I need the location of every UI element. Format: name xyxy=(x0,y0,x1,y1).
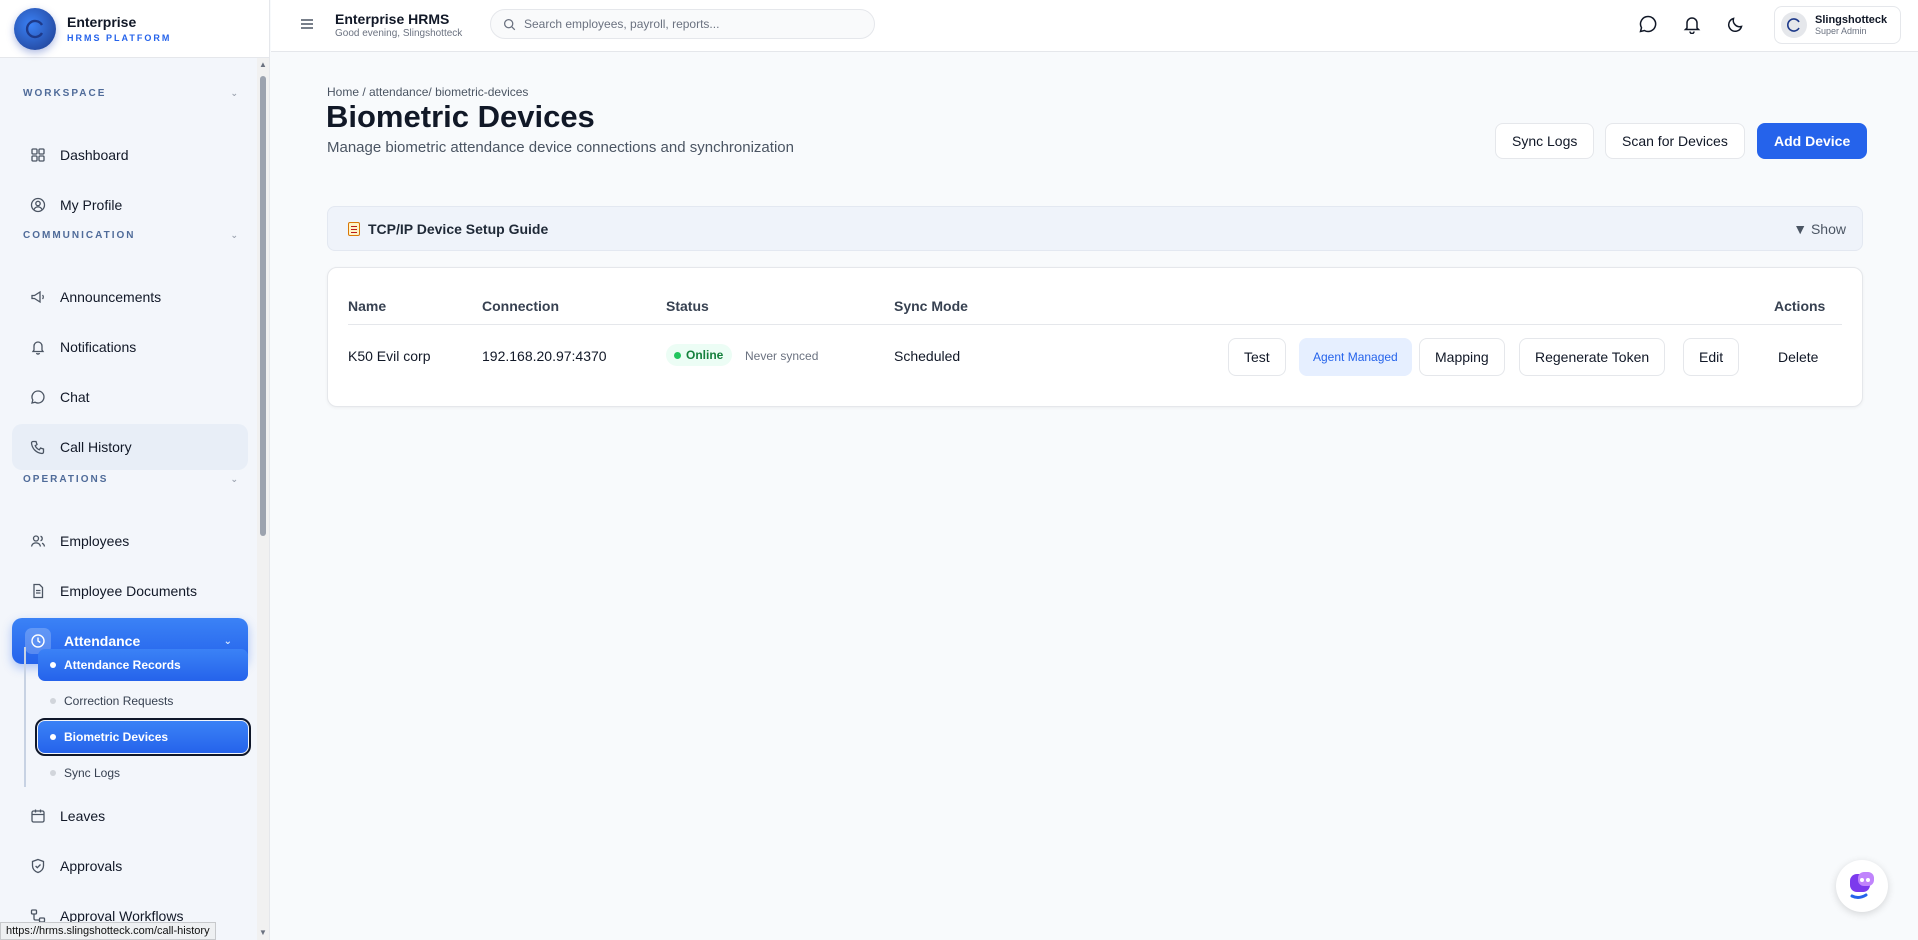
ai-assistant-icon[interactable] xyxy=(1836,860,1888,912)
user-menu[interactable]: Slingshotteck Super Admin xyxy=(1774,6,1901,44)
setup-guide-title: TCP/IP Device Setup Guide xyxy=(368,220,549,237)
status-badge: Online xyxy=(666,344,733,366)
scroll-up-arrow-icon[interactable]: ▲ xyxy=(257,58,269,72)
submenu-item-correction-requests[interactable]: Correction Requests xyxy=(38,685,248,717)
device-name: K50 Evil corp xyxy=(348,348,431,364)
scan-for-devices-button[interactable]: Scan for Devices xyxy=(1605,123,1745,159)
sidebar-item-approvals[interactable]: Approvals xyxy=(12,843,248,889)
section-workspace[interactable]: WORKSPACE ⌄ xyxy=(23,88,238,99)
sidebar-item-leaves[interactable]: Leaves xyxy=(12,793,248,839)
device-connection: 192.168.20.97:4370 xyxy=(482,348,607,364)
page-title: Biometric Devices xyxy=(326,99,595,134)
header-sync-mode: Sync Mode xyxy=(894,298,968,314)
messages-icon[interactable] xyxy=(1638,14,1658,34)
global-search[interactable] xyxy=(490,9,875,39)
calendar-icon xyxy=(30,808,46,824)
shield-check-icon xyxy=(30,858,46,874)
search-icon xyxy=(503,18,516,30)
brand-subtitle: HRMS PLATFORM xyxy=(67,33,172,43)
status-bar-url: https://hrms.slingshotteck.com/call-hist… xyxy=(0,922,216,940)
sidebar-item-dashboard[interactable]: Dashboard xyxy=(12,132,248,178)
header-divider xyxy=(348,324,1842,325)
mapping-button[interactable]: Mapping xyxy=(1419,338,1505,376)
section-communication[interactable]: COMMUNICATION ⌄ xyxy=(23,230,238,241)
topbar: Enterprise HRMS Good evening, Slingshott… xyxy=(271,0,1918,52)
header-status: Status xyxy=(666,298,709,314)
header-connection: Connection xyxy=(482,298,559,314)
users-icon xyxy=(30,533,46,549)
add-device-button[interactable]: Add Device xyxy=(1757,123,1868,159)
chat-bubble-icon xyxy=(30,389,46,405)
scroll-down-arrow-icon[interactable]: ▼ xyxy=(257,926,269,940)
page-subtitle: Manage biometric attendance device conne… xyxy=(327,139,794,156)
submenu-item-attendance-records[interactable]: Attendance Records xyxy=(38,649,248,681)
chevron-down-icon: ⌄ xyxy=(223,635,232,647)
sidebar-item-chat[interactable]: Chat xyxy=(12,374,248,420)
submenu-item-sync-logs[interactable]: Sync Logs xyxy=(38,757,248,789)
user-circle-icon xyxy=(30,197,46,213)
main-content: Home / attendance/ biometric-devices Bio… xyxy=(271,53,1918,940)
sidebar: Enterprise HRMS PLATFORM WORKSPACE ⌄ Dash… xyxy=(0,0,270,940)
edit-button[interactable]: Edit xyxy=(1683,338,1740,376)
sidebar-item-employee-documents[interactable]: Employee Documents xyxy=(12,568,248,614)
user-role: Super Admin xyxy=(1815,26,1867,36)
dark-mode-moon-icon[interactable] xyxy=(1726,14,1746,34)
sidebar-nav: WORKSPACE ⌄ Dashboard My Profile COMMUNIC… xyxy=(0,58,258,940)
devices-table-card: Name Connection Status Sync Mode Actions… xyxy=(327,267,1863,407)
hamburger-menu-icon[interactable] xyxy=(299,16,315,32)
grid-icon xyxy=(30,147,46,163)
sidebar-item-my-profile[interactable]: My Profile xyxy=(12,182,248,228)
search-input[interactable] xyxy=(524,17,854,31)
submenu-guide-line xyxy=(24,647,26,787)
brand-logo-icon xyxy=(14,7,56,50)
test-button[interactable]: Test xyxy=(1228,338,1286,376)
brand[interactable]: Enterprise HRMS PLATFORM xyxy=(0,0,269,58)
header-actions: Actions xyxy=(1774,298,1826,314)
avatar xyxy=(1781,12,1807,38)
regenerate-token-button[interactable]: Regenerate Token xyxy=(1519,338,1666,376)
sidebar-item-employees[interactable]: Employees xyxy=(12,518,248,564)
brand-title: Enterprise xyxy=(67,14,137,30)
bell-icon xyxy=(30,339,46,355)
notifications-bell-icon[interactable] xyxy=(1682,14,1702,35)
device-sync-mode: Scheduled xyxy=(894,348,961,364)
sidebar-item-notifications[interactable]: Notifications xyxy=(12,324,248,370)
submenu-item-biometric-devices[interactable]: Biometric Devices xyxy=(35,718,251,756)
last-sync-text: Never synced xyxy=(745,349,819,363)
user-name: Slingshotteck xyxy=(1815,14,1888,26)
chevron-down-icon: ⌄ xyxy=(230,88,238,98)
phone-icon xyxy=(30,439,46,455)
sync-logs-button[interactable]: Sync Logs xyxy=(1495,123,1595,159)
greeting-text: Good evening, Slingshotteck xyxy=(335,28,463,39)
section-operations[interactable]: OPERATIONS ⌄ xyxy=(23,474,238,485)
clipboard-icon xyxy=(348,221,360,236)
chevron-down-icon: ⌄ xyxy=(230,474,238,484)
chevron-down-icon: ⌄ xyxy=(230,230,238,240)
agent-managed-button[interactable]: Agent Managed xyxy=(1299,338,1412,376)
header-name: Name xyxy=(348,298,387,314)
sidebar-scrollbar[interactable]: ▲ ▼ xyxy=(257,58,269,940)
megaphone-icon xyxy=(30,289,46,305)
delete-button[interactable]: Delete xyxy=(1762,338,1834,376)
app-title: Enterprise HRMS xyxy=(335,11,450,27)
setup-guide-panel[interactable]: TCP/IP Device Setup Guide ▼ Show xyxy=(327,206,1863,251)
setup-guide-toggle[interactable]: ▼ Show xyxy=(1793,221,1846,237)
sidebar-item-announcements[interactable]: Announcements xyxy=(12,274,248,320)
breadcrumb: Home / attendance/ biometric-devices xyxy=(327,85,529,99)
sidebar-item-call-history[interactable]: Call History xyxy=(12,424,248,470)
scroll-thumb[interactable] xyxy=(260,76,266,536)
document-icon xyxy=(30,583,46,599)
